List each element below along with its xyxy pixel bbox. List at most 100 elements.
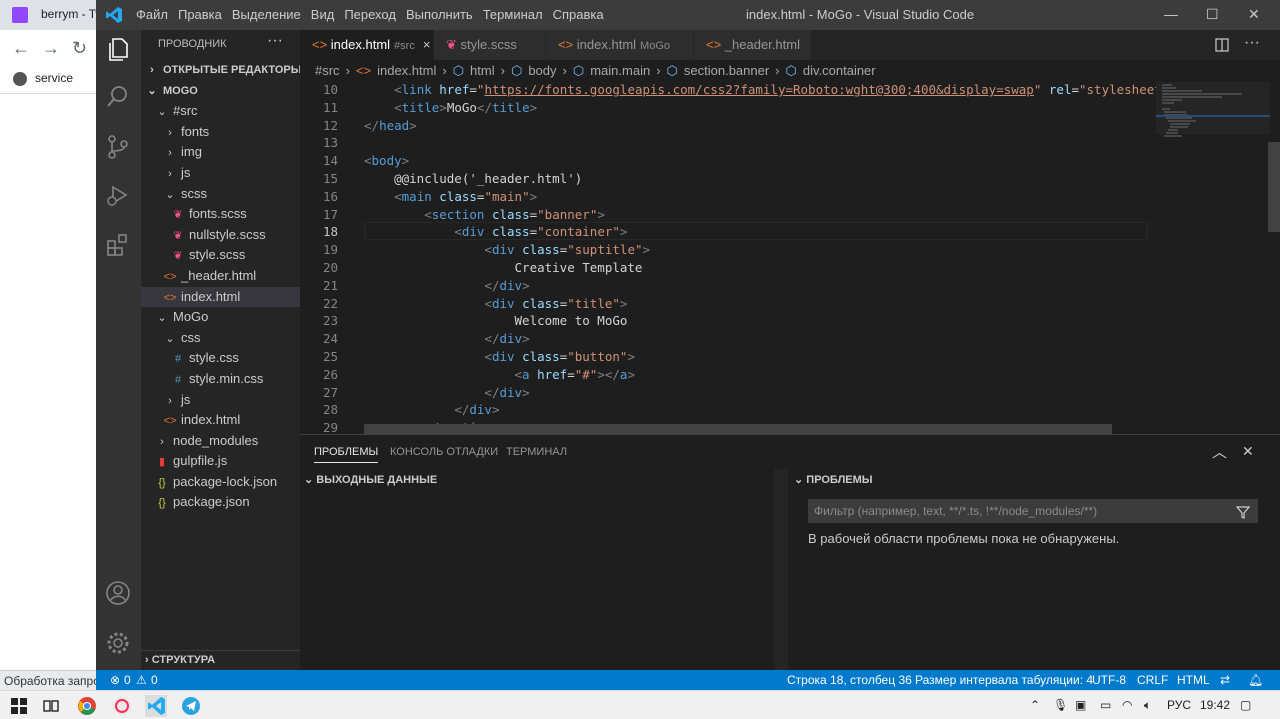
menu-selection[interactable]: Выделение <box>232 7 301 22</box>
warning-count[interactable]: 0 <box>151 673 158 687</box>
keyboard-language[interactable]: РУС <box>1167 698 1191 712</box>
wifi-icon[interactable]: ◠ <box>1122 698 1132 712</box>
bookmark-service[interactable]: service <box>35 71 73 85</box>
opera-gx-icon[interactable] <box>111 695 133 717</box>
notification-center-icon[interactable]: ▢ <box>1240 698 1251 712</box>
breadcrumb-item[interactable]: main.main <box>590 63 650 78</box>
battery-icon[interactable]: ▭ <box>1100 698 1111 712</box>
tree-item[interactable]: › js <box>141 163 300 184</box>
maximize-panel-icon[interactable]: ︿ <box>1212 441 1227 462</box>
tab-index-html-src[interactable]: <> index.html #src × <box>300 30 434 60</box>
tree-item[interactable]: # style.css <box>141 348 300 369</box>
breadcrumb-item[interactable]: section.banner <box>684 63 769 78</box>
notifications-icon[interactable]: 🔔︎ <box>1248 673 1263 687</box>
outline-section[interactable]: › СТРУКТУРА <box>141 650 300 670</box>
gear-icon[interactable] <box>105 630 131 656</box>
tree-item[interactable]: ⌄ css <box>141 328 300 349</box>
reload-icon[interactable]: ↻ <box>72 38 87 59</box>
end-of-line[interactable]: CRLF <box>1137 673 1168 687</box>
pane-divider[interactable] <box>774 469 788 671</box>
tree-item[interactable]: ❦ fonts.scss <box>141 204 300 225</box>
explorer-icon[interactable] <box>105 36 131 62</box>
tree-item[interactable]: {} package.json <box>141 492 300 513</box>
breadcrumb-item[interactable]: body <box>528 63 556 78</box>
tree-item[interactable]: ▮ gulpfile.js <box>141 451 300 472</box>
close-tab-icon[interactable]: × <box>423 37 431 52</box>
language-mode[interactable]: HTML <box>1177 673 1210 687</box>
menu-edit[interactable]: Правка <box>178 7 222 22</box>
tab-debug-console[interactable]: КОНСОЛЬ ОТЛАДКИ <box>390 446 498 458</box>
tree-item[interactable]: ⌄ scss <box>141 184 300 205</box>
code-editor[interactable]: 10 11 12 13 14 15 16 17 18 19 20 21 22 23 24 25 26 27 28 29… <box>300 82 1280 434</box>
tree-item[interactable]: ❦ nullstyle.scss <box>141 225 300 246</box>
tab-header-html[interactable]: <> _header.html <box>694 30 812 60</box>
maximize-button[interactable]: ☐ <box>1206 6 1219 23</box>
close-window-button[interactable]: ✕ <box>1248 6 1260 23</box>
extensions-icon[interactable] <box>105 232 131 258</box>
error-icon[interactable]: ⊗ <box>110 673 120 687</box>
minimap[interactable] <box>1156 82 1270 434</box>
split-editor-icon[interactable] <box>1215 38 1229 52</box>
encoding[interactable]: UTF-8 <box>1092 673 1126 687</box>
minimize-button[interactable]: — <box>1164 6 1178 22</box>
menu-view[interactable]: Вид <box>311 7 335 22</box>
volume-icon[interactable]: 🔈︎ <box>1144 698 1151 713</box>
tree-item[interactable]: › node_modules <box>141 431 300 452</box>
microphone-icon[interactable]: 🎙︎ <box>1053 698 1068 712</box>
task-view-icon[interactable] <box>40 695 62 717</box>
cursor-position[interactable]: Строка 18, столбец 36 <box>787 673 912 687</box>
warning-icon[interactable]: ⚠ <box>136 673 147 687</box>
open-editors-section[interactable]: › ОТКРЫТЫЕ РЕДАКТОРЫ <box>141 60 301 81</box>
tab-index-html-mogo[interactable]: <> index.html MoGo <box>546 30 694 60</box>
output-header[interactable]: ⌄ ВЫХОДНЫЕ ДАННЫЕ <box>304 473 437 486</box>
tree-item[interactable]: ⌄ #src <box>141 101 300 122</box>
menu-go[interactable]: Переход <box>344 7 396 22</box>
tree-item[interactable]: › fonts <box>141 122 300 143</box>
menu-file[interactable]: Файл <box>136 7 168 22</box>
browser-tab[interactable]: berrym - Tw <box>0 0 104 30</box>
tree-item[interactable]: <> _header.html <box>141 266 300 287</box>
chevron-up-icon[interactable]: ⌃ <box>1030 698 1040 712</box>
source-control-icon[interactable] <box>105 134 131 160</box>
app-tray-icon[interactable]: ▣ <box>1075 698 1086 712</box>
tree-item[interactable]: <> index.html <box>141 410 300 431</box>
tab-terminal[interactable]: ТЕРМИНАЛ <box>506 446 567 458</box>
vscode-taskbar-icon[interactable] <box>145 695 167 717</box>
tree-item[interactable]: ❦ style.scss <box>141 245 300 266</box>
menu-help[interactable]: Справка <box>553 7 604 22</box>
tree-item[interactable]: ⌄ MoGo <box>141 307 300 328</box>
search-icon[interactable] <box>105 84 131 110</box>
chrome-icon[interactable] <box>76 695 98 717</box>
tab-style-scss[interactable]: ❦ style.scss <box>434 30 546 60</box>
problems-header[interactable]: ⌄ ПРОБЛЕМЫ <box>794 473 873 486</box>
tree-item[interactable]: # style.min.css <box>141 369 300 390</box>
telegram-icon[interactable] <box>180 695 202 717</box>
horizontal-scrollbar[interactable] <box>364 424 1112 434</box>
project-section[interactable]: ⌄ MOGO <box>141 81 300 102</box>
tree-item[interactable]: › img <box>141 142 300 163</box>
breadcrumb-item[interactable]: html <box>470 63 495 78</box>
more-actions-icon[interactable]: ··· <box>267 32 283 50</box>
menu-terminal[interactable]: Терминал <box>483 7 543 22</box>
tab-problems[interactable]: ПРОБЛЕМЫ <box>314 446 379 463</box>
tree-item-selected[interactable]: <> index.html <box>141 286 300 308</box>
vertical-scrollbar[interactable] <box>1268 142 1280 232</box>
close-panel-icon[interactable]: ✕ <box>1242 443 1254 460</box>
filter-icon[interactable] <box>1236 505 1250 519</box>
windows-start-icon[interactable] <box>8 695 30 717</box>
live-share-icon[interactable]: ⇄ <box>1220 673 1230 687</box>
run-debug-icon[interactable] <box>105 182 131 208</box>
account-icon[interactable] <box>105 580 131 606</box>
breadcrumb-item[interactable]: index.html <box>377 63 436 78</box>
forward-icon[interactable]: → <box>42 38 60 59</box>
tree-item[interactable]: {} package-lock.json <box>141 472 300 493</box>
breadcrumb-item[interactable]: div.container <box>803 63 876 78</box>
clock[interactable]: 19:42 <box>1200 698 1230 712</box>
problems-filter-input[interactable]: Фильтр (например, text, **/*.ts, !**/nod… <box>808 499 1258 523</box>
indentation[interactable]: Размер интервала табуляции: 4 <box>915 673 1093 687</box>
tree-item[interactable]: › js <box>141 390 300 411</box>
back-icon[interactable]: ← <box>12 38 30 59</box>
menu-run[interactable]: Выполнить <box>406 7 473 22</box>
more-actions-icon[interactable]: ··· <box>1244 34 1260 52</box>
breadcrumb-item[interactable]: #src <box>315 63 340 78</box>
